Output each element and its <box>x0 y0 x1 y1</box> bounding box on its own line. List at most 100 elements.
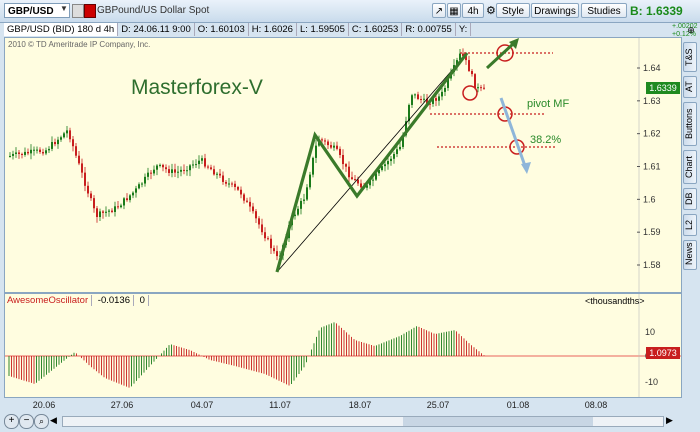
current-circle <box>462 85 478 101</box>
candle-body <box>141 183 143 185</box>
candle-body <box>225 181 227 184</box>
candle-body <box>111 210 113 212</box>
candle-body <box>114 206 116 212</box>
candle-body <box>159 164 161 166</box>
candle-body <box>423 98 425 100</box>
expand-icon[interactable]: ⊕ <box>684 25 698 38</box>
x-axis-svg: 20.06 27.06 04.07 11.07 18.07 25.07 01.08 08.08 <box>33 400 608 410</box>
timeframe-button[interactable]: 4h <box>462 3 484 18</box>
candle-body <box>24 151 26 155</box>
x-axis: 20.06 27.06 04.07 11.07 18.07 25.07 01.08 08.08 <box>4 397 680 411</box>
oscillator-value: -0.0136 <box>94 295 135 306</box>
zoom-out-icon[interactable]: − <box>19 414 34 429</box>
candle-body <box>273 248 275 252</box>
zoom-in-icon[interactable]: + <box>4 414 19 429</box>
candle-body <box>387 161 389 165</box>
candle-body <box>219 173 221 176</box>
candle-body <box>36 149 38 151</box>
candle-body <box>393 154 395 159</box>
candle-body <box>129 195 131 201</box>
tab-news[interactable]: News <box>683 240 697 270</box>
candle-body <box>390 158 392 162</box>
candle-body <box>117 206 119 208</box>
magnifier-icon[interactable]: ⌕ <box>34 414 49 429</box>
candle-body <box>471 70 473 75</box>
copyright-text: 2010 © TD Ameritrade IP Company, Inc. <box>8 40 151 49</box>
print-button[interactable]: ▦ <box>447 3 461 18</box>
studies-button[interactable]: Studies <box>581 3 627 18</box>
scroll-left-icon[interactable]: ◀ <box>50 415 57 426</box>
candle-body <box>228 183 230 185</box>
candle-body <box>45 150 47 154</box>
candle-body <box>396 149 398 155</box>
fib-label: 38.2% <box>530 134 562 146</box>
candle-body <box>186 170 188 172</box>
style-button[interactable]: Style <box>496 3 530 18</box>
candle-body <box>252 206 254 212</box>
candle-body <box>153 169 155 174</box>
candle-body <box>105 211 107 213</box>
candle-body <box>468 60 470 71</box>
x-tick-label: 27.06 <box>111 400 134 410</box>
candle-body <box>315 145 317 158</box>
ohlc-infobar: GBP/USD (BID) 180 d 4h D: 24.06.11 9:00 O:… <box>4 23 644 36</box>
candle-body <box>312 157 314 175</box>
candle-body <box>360 183 362 188</box>
candle-body <box>258 218 260 225</box>
candle-body <box>150 172 152 174</box>
oscillator-units: <thousandths> <box>585 296 645 306</box>
pivot-label: pivot MF <box>527 98 570 110</box>
oscillator-header: AwesomeOscillator -0.0136 0 <box>7 295 149 306</box>
template-button[interactable]: ↗ <box>432 3 446 18</box>
tab-db[interactable]: DB <box>683 188 697 210</box>
tab-at[interactable]: AT <box>683 76 697 98</box>
drawings-button[interactable]: Drawings <box>531 3 579 18</box>
tab-ts[interactable]: T&S <box>683 42 697 72</box>
price-chart-svg[interactable]: 1.64 1.63 1.62 1.61 1.6 1.59 1.58 <box>5 38 681 292</box>
candle-body <box>156 165 158 170</box>
candle-body <box>120 205 122 208</box>
tab-buttons[interactable]: Buttons <box>683 102 697 146</box>
chevron-down-icon[interactable]: ▼ <box>60 4 68 13</box>
candle-body <box>84 172 86 186</box>
candle-body <box>63 133 65 138</box>
candle-body <box>336 145 338 149</box>
price-tick-label: 1.62 <box>643 129 661 139</box>
oscillator-tick-label: -10 <box>645 377 658 387</box>
link-icon[interactable] <box>72 4 84 18</box>
candle-body <box>477 87 479 89</box>
style-label: Style <box>501 6 525 17</box>
candle-body <box>222 175 224 182</box>
candle-body <box>144 176 146 184</box>
candle-body <box>333 145 335 148</box>
bid-price: B: 1.6339 <box>630 4 683 18</box>
oscillator-svg[interactable]: 10 0 -10 <box>5 294 681 397</box>
scrollbar-thumb[interactable] <box>403 417 593 426</box>
candle-body <box>303 199 305 201</box>
candle-body <box>171 169 173 173</box>
x-tick-label: 11.07 <box>269 400 291 410</box>
candle-body <box>78 155 80 164</box>
scrollbar-track[interactable] <box>62 416 664 427</box>
candle-body <box>237 187 239 190</box>
candle-body <box>48 148 50 151</box>
price-chart[interactable]: 1.64 1.63 1.62 1.61 1.6 1.59 1.58 2010 © TD Am… <box>4 37 682 293</box>
candle-body <box>342 154 344 165</box>
candle-body <box>18 152 20 154</box>
gear-icon[interactable]: ⚙ <box>486 4 496 17</box>
scroll-right-icon[interactable]: ▶ <box>666 415 673 426</box>
candle-body <box>27 151 29 154</box>
x-tick-label: 25.07 <box>427 400 450 410</box>
candle-body <box>198 160 200 165</box>
candle-body <box>192 164 194 166</box>
range-readout: R: 0.00755 <box>402 23 456 36</box>
candle-body <box>201 158 203 161</box>
candle-body <box>213 169 215 175</box>
studies-label: Studies <box>587 6 621 17</box>
color-swatch-icon[interactable] <box>84 4 96 18</box>
candle-body <box>21 153 23 155</box>
candle-body <box>300 200 302 209</box>
oscillator-panel[interactable]: 10 0 -10 AwesomeOscillator -0.0136 0 <thou… <box>4 293 682 398</box>
tab-l2[interactable]: L2 <box>683 214 697 236</box>
tab-chart[interactable]: Chart <box>683 150 697 184</box>
